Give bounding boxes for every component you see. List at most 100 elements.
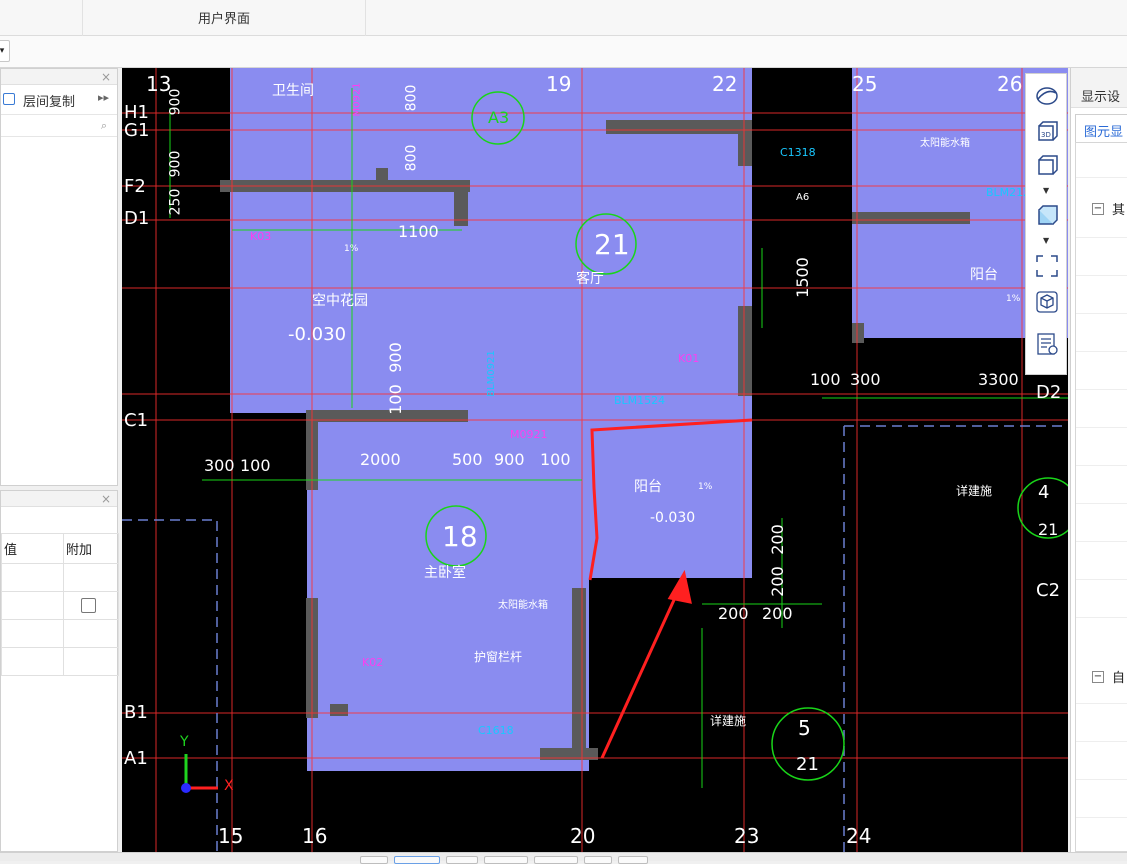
box-view-icon[interactable] bbox=[1035, 154, 1059, 178]
axis-label: 19 bbox=[546, 72, 572, 96]
status-button[interactable] bbox=[360, 856, 388, 864]
copy-floor-button[interactable]: 层间复制 bbox=[23, 91, 75, 110]
dimension-label: 100 bbox=[385, 384, 405, 415]
chevron-down-icon[interactable]: ▼ bbox=[1043, 236, 1049, 245]
axis-label: C2 bbox=[1036, 580, 1061, 601]
cube-icon[interactable] bbox=[1035, 290, 1059, 314]
table-row bbox=[1, 563, 119, 592]
close-icon[interactable]: × bbox=[101, 69, 111, 85]
tree-row-divider bbox=[1076, 237, 1127, 238]
slope-text: 1% bbox=[344, 244, 359, 254]
detail-tag: A3 bbox=[488, 108, 510, 127]
axis-label: 25 bbox=[852, 72, 878, 96]
axis-label: A1 bbox=[124, 748, 148, 769]
tree-toggle-icon[interactable]: − bbox=[1092, 203, 1104, 215]
chevron-down-icon[interactable]: ▾ bbox=[0, 40, 10, 62]
axis-label: 22 bbox=[712, 72, 738, 96]
tree-row-divider bbox=[1076, 389, 1127, 390]
window-tag: BLM0921 bbox=[485, 350, 497, 397]
close-icon[interactable]: × bbox=[101, 491, 111, 507]
dimension-label: 900 bbox=[494, 450, 525, 469]
axis-label: 16 bbox=[302, 824, 328, 848]
status-button[interactable] bbox=[394, 856, 440, 864]
tree-row-divider bbox=[1076, 351, 1127, 352]
dimension-label: 200 bbox=[762, 604, 793, 623]
wall bbox=[852, 323, 864, 343]
axis-label: 23 bbox=[734, 824, 760, 848]
bottom-status-bar bbox=[0, 852, 1127, 864]
column-header-value: 值 bbox=[1, 533, 64, 564]
orbit-icon[interactable] bbox=[1035, 84, 1059, 108]
dimension-label: 100 bbox=[810, 370, 841, 389]
floor-panel-titlebar: × bbox=[1, 69, 117, 85]
tab-element-display[interactable]: 图元显 bbox=[1075, 114, 1127, 142]
dimension-label: 300 bbox=[850, 370, 881, 389]
wall bbox=[606, 120, 752, 134]
note-text: 详建施 bbox=[710, 714, 747, 728]
tree-row-divider bbox=[1076, 275, 1127, 276]
coordinate-axes bbox=[181, 754, 218, 793]
cad-drawing-canvas[interactable]: 13 19 22 25 26 15 16 20 23 24 H1 G1 F2 D… bbox=[122, 68, 1068, 852]
properties-panel: × 值 附加 bbox=[0, 490, 119, 852]
detail-number: 5 bbox=[798, 716, 811, 740]
room-name: 客厅 bbox=[576, 271, 604, 287]
wall bbox=[852, 212, 970, 224]
display-settings-icon[interactable] bbox=[1035, 332, 1059, 356]
status-button[interactable] bbox=[534, 856, 578, 864]
dimension-label: 200 bbox=[767, 524, 787, 555]
copy-floor-icon[interactable] bbox=[3, 93, 15, 105]
solid-view-icon[interactable] bbox=[1035, 204, 1059, 228]
view-toolbar: 3D ▼ ▼ bbox=[1025, 73, 1067, 375]
tree-row-divider bbox=[1076, 703, 1127, 704]
origin-dot bbox=[181, 783, 191, 793]
dimension-label: 2000 bbox=[360, 450, 401, 469]
floor-search-input[interactable]: ⌕ bbox=[1, 115, 117, 137]
dimension-label: 200 bbox=[718, 604, 749, 623]
dimension-label: 300 bbox=[204, 456, 235, 475]
fit-view-icon[interactable] bbox=[1035, 254, 1059, 278]
slope-text: 1% bbox=[698, 482, 713, 492]
note-text: 详建施 bbox=[956, 484, 993, 498]
sub-toolbar: ▾ bbox=[0, 36, 1127, 68]
tree-row-divider bbox=[1076, 617, 1127, 618]
top-menu-bar: 用户界面 bbox=[0, 0, 1127, 36]
room-fill-balcony bbox=[587, 413, 752, 578]
tree-row-divider bbox=[1076, 541, 1127, 542]
window-tag: C1318 bbox=[780, 146, 816, 159]
status-button[interactable] bbox=[584, 856, 612, 864]
wall bbox=[330, 704, 348, 716]
slope-text: 1% bbox=[1006, 294, 1021, 304]
dimension-label: 1500 bbox=[792, 257, 812, 298]
tree-toggle-icon[interactable]: − bbox=[1092, 671, 1104, 683]
more-tools-icon[interactable]: ▸▸ bbox=[98, 91, 109, 104]
search-icon[interactable]: ⌕ bbox=[101, 119, 107, 133]
axis-label: G1 bbox=[124, 120, 150, 141]
wall bbox=[572, 588, 586, 748]
tree-row-divider bbox=[1076, 741, 1127, 742]
tree-row-divider bbox=[1076, 817, 1127, 818]
room-name: 卫生间 bbox=[272, 83, 314, 99]
axis-label: 20 bbox=[570, 824, 596, 848]
tree-row-divider bbox=[1076, 465, 1127, 466]
table-row bbox=[1, 619, 119, 648]
detail-sheet: 21 bbox=[796, 754, 819, 775]
room-number: 18 bbox=[442, 520, 478, 553]
detail-tag: A6 bbox=[796, 192, 810, 203]
tree-group-label[interactable]: 自 bbox=[1112, 667, 1125, 686]
axis-label: D1 bbox=[124, 208, 150, 229]
elevation-label: -0.030 bbox=[288, 324, 347, 345]
status-button[interactable] bbox=[484, 856, 528, 864]
extra-checkbox[interactable] bbox=[81, 597, 96, 613]
3d-view-icon[interactable]: 3D bbox=[1035, 120, 1059, 144]
tree-row-divider bbox=[1076, 779, 1127, 780]
tree-row-divider bbox=[1076, 177, 1127, 178]
status-button[interactable] bbox=[618, 856, 648, 864]
axis-label: B1 bbox=[124, 702, 148, 723]
tag: K02 bbox=[362, 656, 384, 669]
chevron-down-icon[interactable]: ▼ bbox=[1043, 186, 1049, 195]
status-button[interactable] bbox=[446, 856, 478, 864]
y-axis-label: Y bbox=[180, 734, 189, 750]
tab-user-interface[interactable]: 用户界面 bbox=[82, 0, 366, 36]
tree-group-label[interactable]: 其 bbox=[1112, 199, 1125, 218]
note-text: 太阳能水箱 bbox=[498, 600, 548, 611]
